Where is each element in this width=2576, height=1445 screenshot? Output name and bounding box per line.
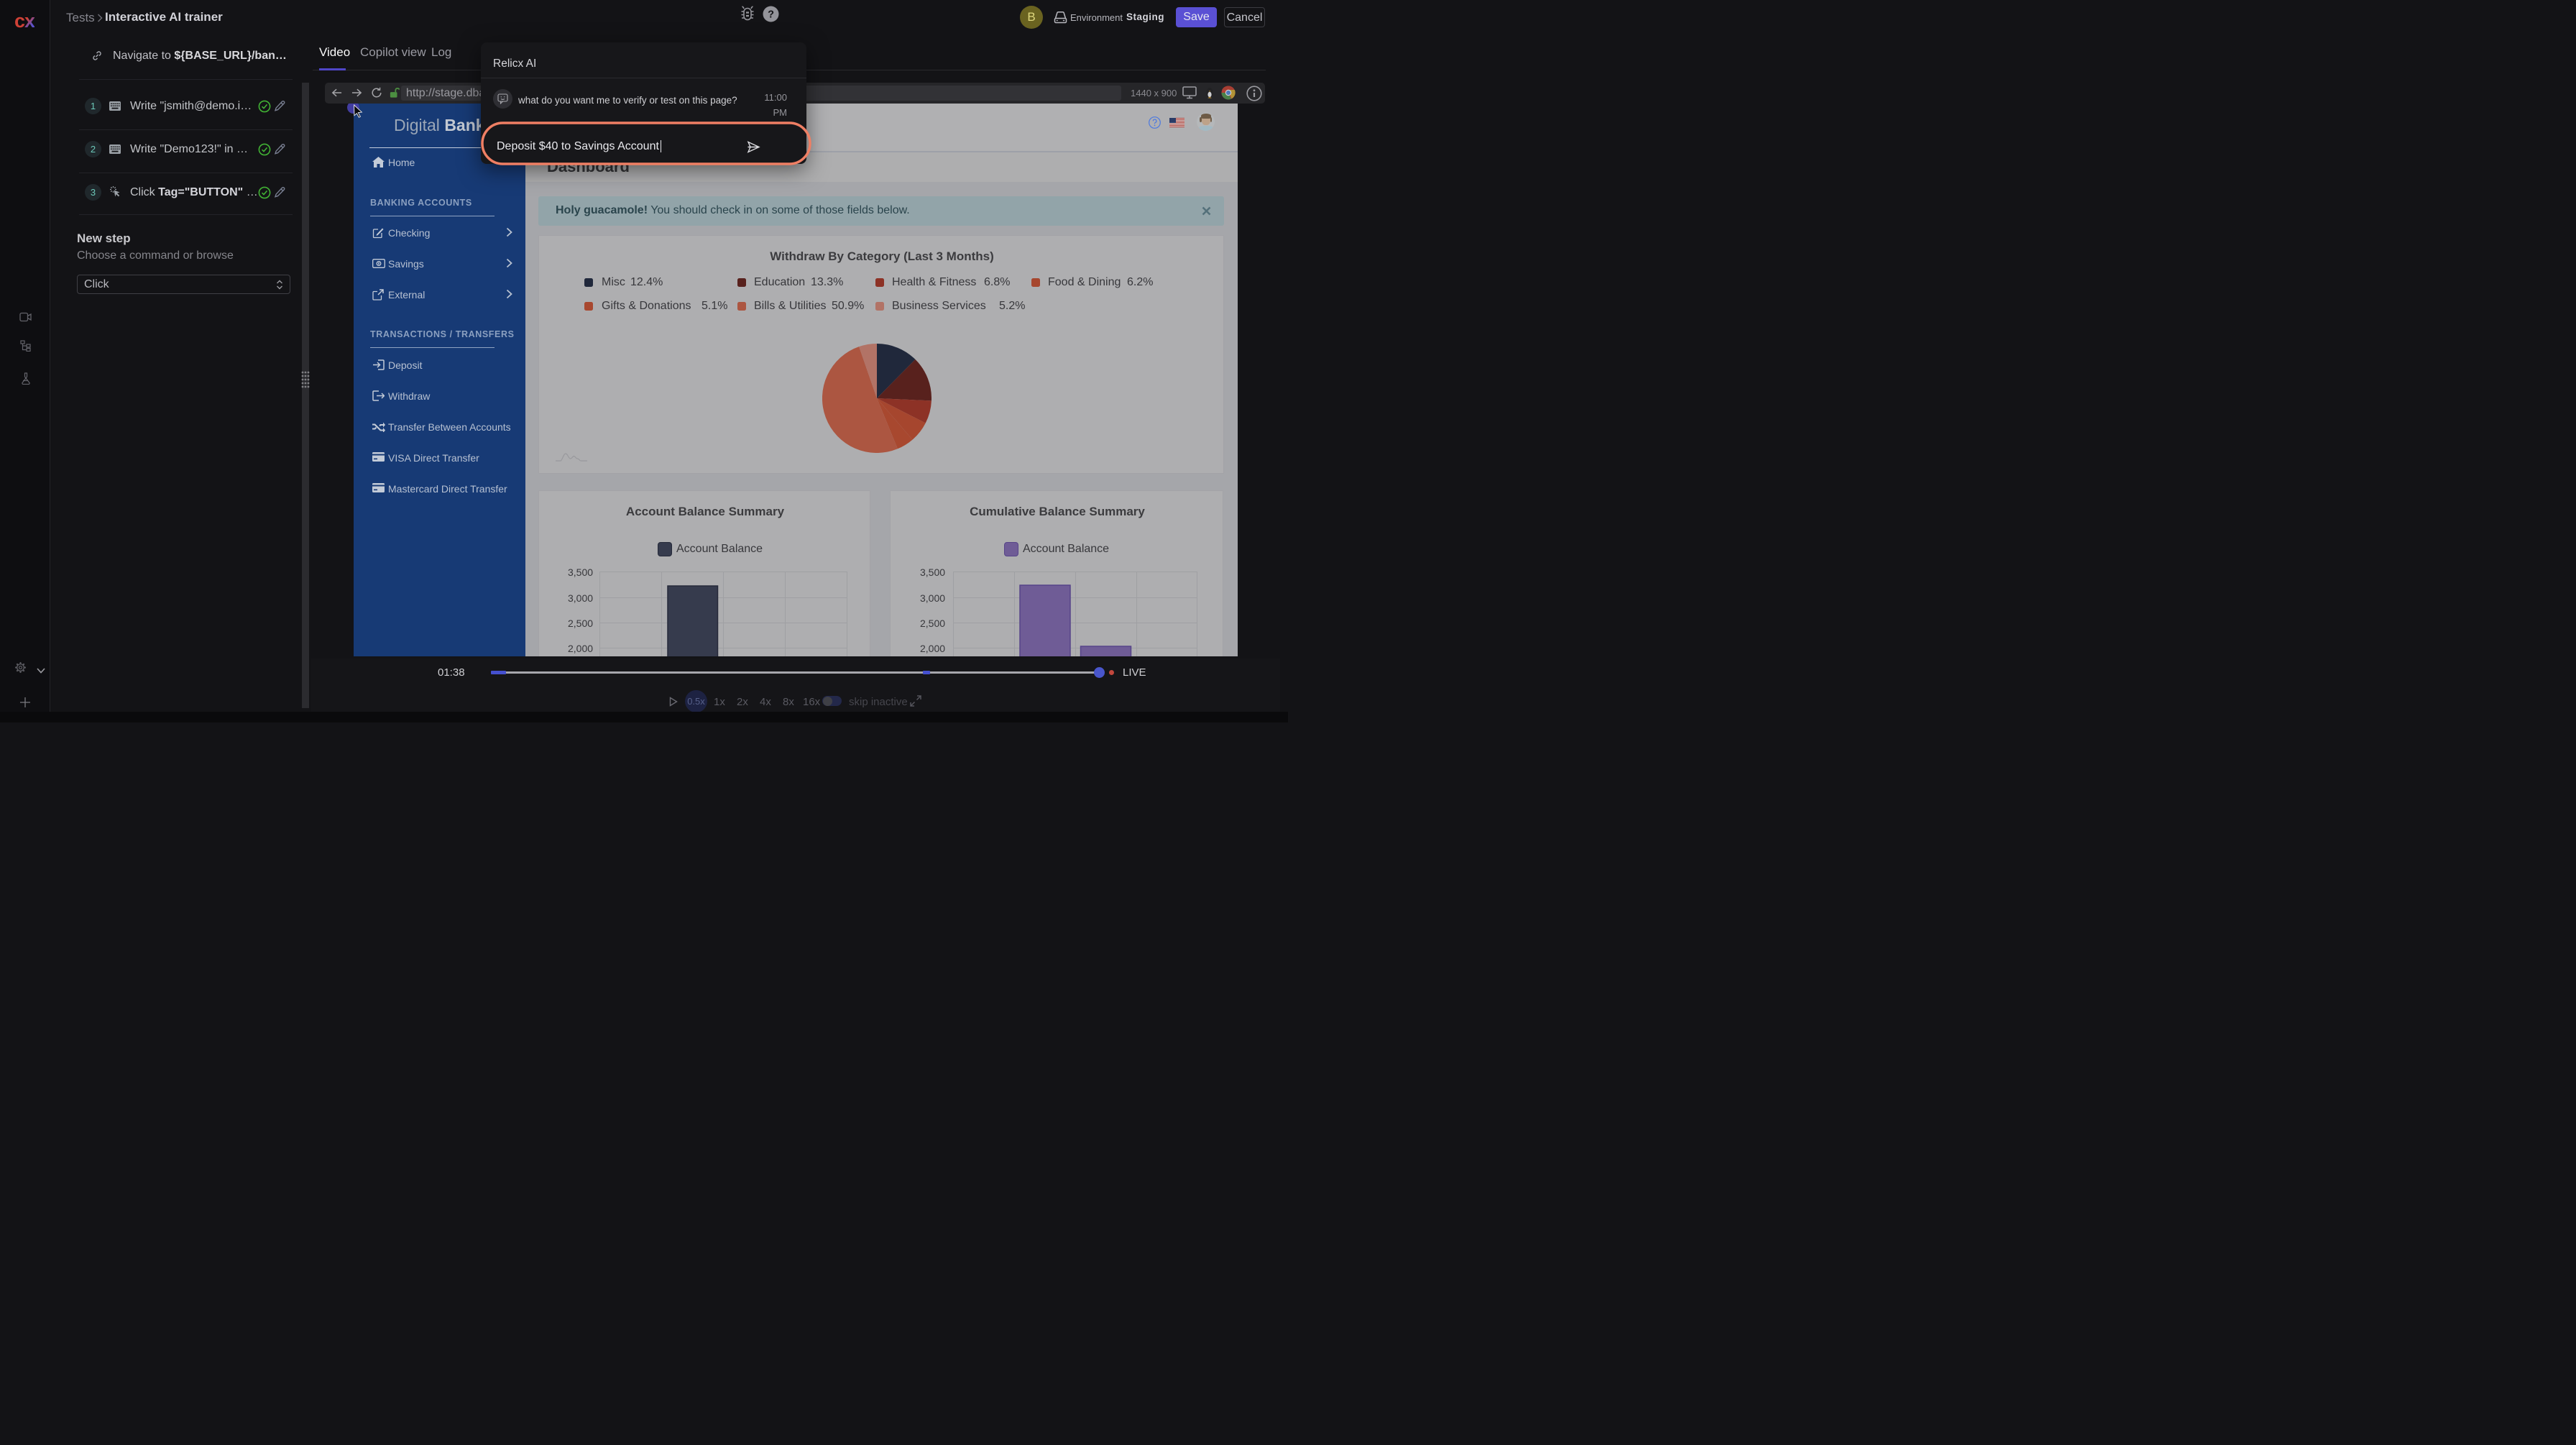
- svg-text:?: ?: [768, 9, 774, 21]
